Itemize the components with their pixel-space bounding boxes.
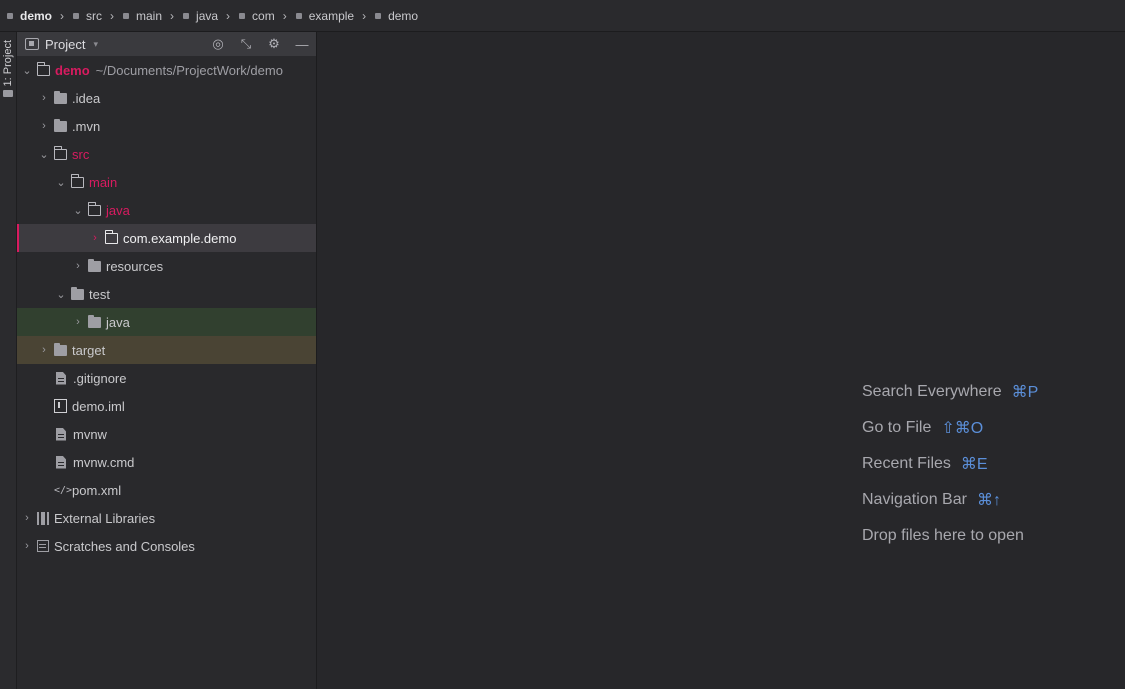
chevron-right-icon[interactable]: › — [72, 316, 84, 328]
hint-search-everywhere: Search Everywhere ⌘P — [862, 383, 1039, 401]
locate-icon[interactable]: ◎ — [210, 36, 226, 52]
folder-icon — [183, 12, 190, 19]
tree-node-external-libraries[interactable]: › External Libraries — [17, 504, 316, 532]
folder-icon — [73, 12, 80, 19]
editor-area[interactable] — [318, 32, 1125, 689]
chevron-down-icon[interactable]: ⌄ — [38, 148, 50, 161]
package-icon — [104, 230, 118, 244]
project-tree: ⌄ demo ~/Documents/ProjectWork/demo › .i… — [17, 56, 316, 560]
folder-icon — [239, 12, 246, 19]
chevron-right-icon[interactable]: › — [89, 232, 101, 244]
tree-node-java-main[interactable]: ⌄ java — [17, 196, 316, 224]
chevron-down-icon[interactable]: ⌄ — [21, 64, 33, 77]
breadcrumb-com[interactable]: com › — [238, 0, 295, 32]
resources-folder-icon — [88, 258, 101, 272]
tree-node-mvnw-cmd[interactable]: mvnw.cmd — [17, 448, 316, 476]
tree-node-java-test[interactable]: › java — [17, 308, 316, 336]
dropdown-caret-icon[interactable]: ▾ — [93, 39, 98, 50]
tree-node-gitignore[interactable]: .gitignore — [17, 364, 316, 392]
chevron-right-icon: › — [226, 8, 231, 23]
chevron-down-icon[interactable]: ⌄ — [55, 288, 67, 301]
module-folder-icon — [36, 62, 50, 76]
hint-navigation-bar: Navigation Bar ⌘↑ — [862, 491, 1001, 509]
source-folder-icon — [87, 202, 101, 216]
folder-open-icon — [53, 146, 67, 160]
tree-node-idea[interactable]: › .idea — [17, 84, 316, 112]
tree-node-src[interactable]: ⌄ src — [17, 140, 316, 168]
breadcrumb-demo-package[interactable]: demo — [374, 0, 418, 32]
breadcrumb-example[interactable]: example › — [295, 0, 374, 32]
tree-node-resources[interactable]: › resources — [17, 252, 316, 280]
tree-node-main[interactable]: ⌄ main — [17, 168, 316, 196]
project-view-icon — [25, 38, 39, 50]
chevron-right-icon[interactable]: › — [38, 344, 50, 356]
folder-icon — [54, 118, 67, 132]
folder-icon — [123, 12, 130, 19]
text-file-icon — [56, 455, 66, 469]
tree-node-test[interactable]: ⌄ test — [17, 280, 316, 308]
library-icon — [37, 511, 49, 525]
folder-icon — [71, 286, 84, 300]
tree-node-scratches[interactable]: › Scratches and Consoles — [17, 532, 316, 560]
folder-icon — [54, 90, 67, 104]
chevron-right-icon[interactable]: › — [38, 92, 50, 104]
folder-icon — [3, 90, 13, 98]
chevron-right-icon[interactable]: › — [38, 120, 50, 132]
tree-node-target[interactable]: › target — [17, 336, 316, 364]
chevron-right-icon: › — [362, 8, 367, 23]
tree-node-demo-iml[interactable]: demo.iml — [17, 392, 316, 420]
chevron-right-icon: › — [110, 8, 115, 23]
breadcrumb-src[interactable]: src › — [72, 0, 122, 32]
chevron-right-icon: › — [60, 8, 65, 23]
breadcrumb-java[interactable]: java › — [182, 0, 238, 32]
text-file-icon — [56, 371, 66, 385]
breadcrumb-demo[interactable]: demo › — [6, 0, 72, 32]
excluded-folder-icon — [54, 342, 67, 356]
test-folder-icon — [88, 314, 101, 328]
hint-go-to-file: Go to File ⇧⌘O — [862, 419, 984, 437]
navigation-bar: demo › src › main › java › com › example… — [0, 0, 1125, 32]
project-panel: Project ▾ ◎ ⤡ ⚙ — ⌄ demo ~/Documents/Pro… — [17, 32, 317, 689]
tree-node-demo[interactable]: ⌄ demo ~/Documents/ProjectWork/demo — [17, 56, 316, 84]
collapse-all-icon[interactable]: ⤡ — [238, 36, 254, 52]
xml-file-icon: </> — [54, 484, 73, 496]
hint-recent-files: Recent Files ⌘E — [862, 455, 988, 473]
hint-drop-files: Drop files here to open — [862, 527, 1024, 544]
text-file-icon — [56, 427, 66, 441]
tree-node-package-selected[interactable]: › com.example.demo — [17, 224, 316, 252]
iml-file-icon — [54, 399, 67, 413]
project-panel-header: Project ▾ ◎ ⤡ ⚙ — — [17, 32, 316, 56]
project-tool-window-button[interactable]: 1: Project — [0, 34, 16, 118]
tree-node-mvnw[interactable]: mvnw — [17, 420, 316, 448]
chevron-right-icon: › — [170, 8, 175, 23]
module-icon — [7, 12, 13, 19]
tree-node-pom[interactable]: </> pom.xml — [17, 476, 316, 504]
chevron-right-icon[interactable]: › — [21, 540, 33, 552]
scratches-icon — [37, 540, 49, 552]
folder-icon — [375, 12, 382, 19]
folder-icon — [295, 12, 302, 19]
folder-open-icon — [70, 174, 84, 188]
minimize-icon[interactable]: — — [294, 36, 310, 52]
tool-window-stripe: 1: Project — [0, 32, 17, 689]
tree-node-mvn[interactable]: › .mvn — [17, 112, 316, 140]
breadcrumb-main[interactable]: main › — [122, 0, 182, 32]
chevron-right-icon[interactable]: › — [21, 512, 33, 524]
project-view-selector[interactable]: Project — [45, 37, 85, 52]
chevron-right-icon: › — [282, 8, 287, 23]
chevron-down-icon[interactable]: ⌄ — [55, 176, 67, 189]
chevron-down-icon[interactable]: ⌄ — [72, 204, 84, 217]
gear-icon[interactable]: ⚙ — [266, 36, 282, 52]
chevron-right-icon[interactable]: › — [72, 260, 84, 272]
editor-empty-hints: Search Everywhere ⌘P Go to File ⇧⌘O Rece… — [862, 374, 1038, 554]
selection-marker — [17, 224, 19, 252]
